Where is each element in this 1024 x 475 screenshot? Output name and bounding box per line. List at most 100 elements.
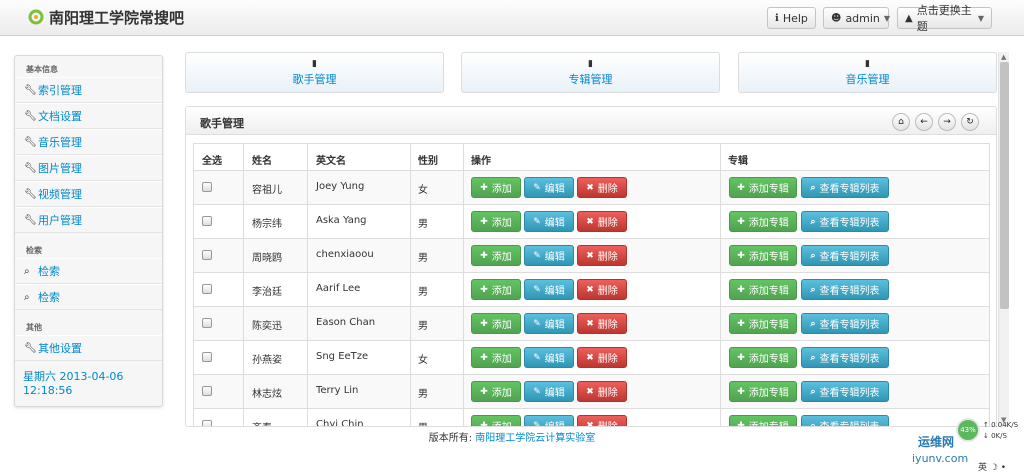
sidebar-item-users[interactable]: 🔧︎ 用户管理 (15, 207, 162, 233)
sidebar-item-video[interactable]: 🔧︎ 视频管理 (15, 181, 162, 207)
singer-english-name: Joey Yung (316, 181, 365, 192)
search-icon: ⌕ (810, 182, 816, 193)
view-albums-button[interactable]: ⌕查看专辑列表 (801, 211, 889, 232)
add-album-button[interactable]: ✚添加专辑 (729, 177, 797, 198)
sidebar-item-images[interactable]: 🔧︎ 图片管理 (15, 155, 162, 181)
column-header-gender: 性别 (418, 156, 438, 167)
edit-button[interactable]: ✎编辑 (524, 381, 574, 402)
delete-button[interactable]: ✖删除 (577, 279, 627, 300)
view-albums-button[interactable]: ⌕查看专辑列表 (801, 177, 889, 198)
table-row: 陈奕迅 Eason Chan 男 ✚ 添加 ✎ 编辑 ✖ 删除 ✚ 添加专辑 ⌕ 查看专辑列表 (193, 307, 990, 341)
delete-button[interactable]: ✖删除 (577, 211, 627, 232)
sidebar-item-document[interactable]: 🔧︎ 文档设置 (15, 103, 162, 129)
add-album-button[interactable]: ✚添加专辑 (729, 381, 797, 402)
footer-link[interactable]: 南阳理工学院云计算实验室 (475, 433, 595, 444)
sidebar-item-music[interactable]: 🔧︎ 音乐管理 (15, 129, 162, 155)
view-albums-button[interactable]: ⌕查看专辑列表 (801, 347, 889, 368)
delete-label: 删除 (597, 218, 618, 229)
add-button[interactable]: ✚添加 (471, 313, 521, 334)
row-checkbox[interactable] (202, 318, 212, 328)
edit-label: 编辑 (544, 354, 565, 365)
network-speed-widget[interactable]: 43% ↑ 0.04K/S ↓ 0K/S (956, 418, 1024, 448)
arrow-right-icon[interactable]: → (938, 113, 956, 131)
delete-button[interactable]: ✖删除 (577, 347, 627, 368)
edit-label: 编辑 (544, 184, 565, 195)
card-singer-management[interactable]: ▮ 歌手管理 (185, 52, 444, 93)
help-label: Help (782, 11, 808, 25)
home-icon[interactable]: ⌂ (892, 113, 910, 131)
sidebar-heading-basic: 基本信息 (26, 65, 58, 74)
delete-button[interactable]: ✖删除 (577, 313, 627, 334)
refresh-icon[interactable]: ↻ (961, 113, 979, 131)
add-album-button[interactable]: ✚添加专辑 (729, 245, 797, 266)
add-album-button[interactable]: ✚添加专辑 (729, 211, 797, 232)
row-checkbox[interactable] (202, 352, 212, 362)
delete-button[interactable]: ✖删除 (577, 177, 627, 198)
scroll-up-icon[interactable]: ▲ (1001, 53, 1006, 61)
column-header-select-all[interactable]: 全选 (202, 152, 222, 167)
edit-button[interactable]: ✎编辑 (524, 245, 574, 266)
add-button[interactable]: ✚添加 (471, 177, 521, 198)
help-button[interactable]: ℹ Help (767, 7, 816, 29)
edit-label: 编辑 (544, 320, 565, 331)
edit-button[interactable]: ✎编辑 (524, 415, 574, 426)
edit-button[interactable]: ✎编辑 (524, 279, 574, 300)
plus-icon: ✚ (480, 352, 488, 363)
plus-icon: ✚ (480, 250, 488, 261)
view-albums-button[interactable]: ⌕查看专辑列表 (801, 279, 889, 300)
sidebar-item-search-2[interactable]: ⌕ 检索 (15, 284, 162, 310)
row-checkbox[interactable] (202, 420, 212, 426)
add-button[interactable]: ✚添加 (471, 279, 521, 300)
sidebar-item-other-settings[interactable]: 🔧︎ 其他设置 (15, 335, 162, 361)
card-album-management[interactable]: ▮ 专辑管理 (461, 52, 720, 93)
add-label: 添加 (491, 218, 512, 229)
ime-indicator[interactable]: 英 ☽ • (978, 460, 1006, 473)
sidebar-item-search-1[interactable]: ⌕ 检索 (15, 258, 162, 284)
view-albums-button[interactable]: ⌕查看专辑列表 (801, 245, 889, 266)
view-albums-button[interactable]: ⌕查看专辑列表 (801, 313, 889, 334)
delete-button[interactable]: ✖删除 (577, 381, 627, 402)
add-album-button[interactable]: ✚添加专辑 (729, 347, 797, 368)
plus-icon: ✚ (480, 318, 488, 329)
add-album-button[interactable]: ✚添加专辑 (729, 279, 797, 300)
sidebar-item-index[interactable]: 🔧︎ 索引管理 (15, 77, 162, 103)
row-checkbox[interactable] (202, 216, 212, 226)
add-button[interactable]: ✚添加 (471, 347, 521, 368)
row-checkbox[interactable] (202, 250, 212, 260)
panel-title: 歌手管理 (200, 117, 244, 130)
card-music-management[interactable]: ▮ 音乐管理 (738, 52, 997, 93)
edit-button[interactable]: ✎编辑 (524, 211, 574, 232)
plus-icon: ✚ (737, 420, 745, 427)
row-checkbox[interactable] (202, 182, 212, 192)
add-button[interactable]: ✚添加 (471, 381, 521, 402)
arrow-left-icon[interactable]: ← (915, 113, 933, 131)
row-checkbox[interactable] (202, 386, 212, 396)
add-button[interactable]: ✚添加 (471, 211, 521, 232)
edit-button[interactable]: ✎编辑 (524, 177, 574, 198)
delete-button[interactable]: ✖删除 (577, 415, 627, 427)
edit-button[interactable]: ✎编辑 (524, 347, 574, 368)
add-album-label: 添加专辑 (748, 388, 789, 399)
trash-icon: ✖ (586, 182, 594, 193)
view-albums-button[interactable]: ⌕查看专辑列表 (801, 381, 889, 402)
scrollbar-thumb[interactable] (1000, 62, 1009, 309)
row-checkbox[interactable] (202, 284, 212, 294)
view-albums-button[interactable]: ⌕查看专辑列表 (801, 415, 889, 426)
delete-button[interactable]: ✖删除 (577, 245, 627, 266)
singer-name: 容祖儿 (252, 185, 282, 196)
trash-icon: ✖ (586, 284, 594, 295)
theme-switch-button[interactable]: ▲ 点击更换主题 ▼ (897, 4, 992, 33)
add-button[interactable]: ✚添加 (471, 245, 521, 266)
add-album-button[interactable]: ✚添加专辑 (729, 415, 797, 427)
view-albums-label: 查看专辑列表 (819, 252, 880, 263)
delete-label: 删除 (597, 354, 618, 365)
add-button[interactable]: ✚添加 (471, 415, 521, 426)
edit-button[interactable]: ✎编辑 (524, 313, 574, 334)
brand[interactable]: 南阳理工学院常搜吧 (28, 7, 184, 27)
add-album-label: 添加专辑 (748, 354, 789, 365)
user-menu-button[interactable]: ☻ admin ▼ (823, 7, 890, 29)
trash-icon: ✖ (586, 420, 594, 427)
search-icon: ⌕ (810, 284, 816, 295)
page-scrollbar[interactable]: ▲ ▼ (998, 52, 1009, 427)
add-album-button[interactable]: ✚添加专辑 (729, 313, 797, 334)
